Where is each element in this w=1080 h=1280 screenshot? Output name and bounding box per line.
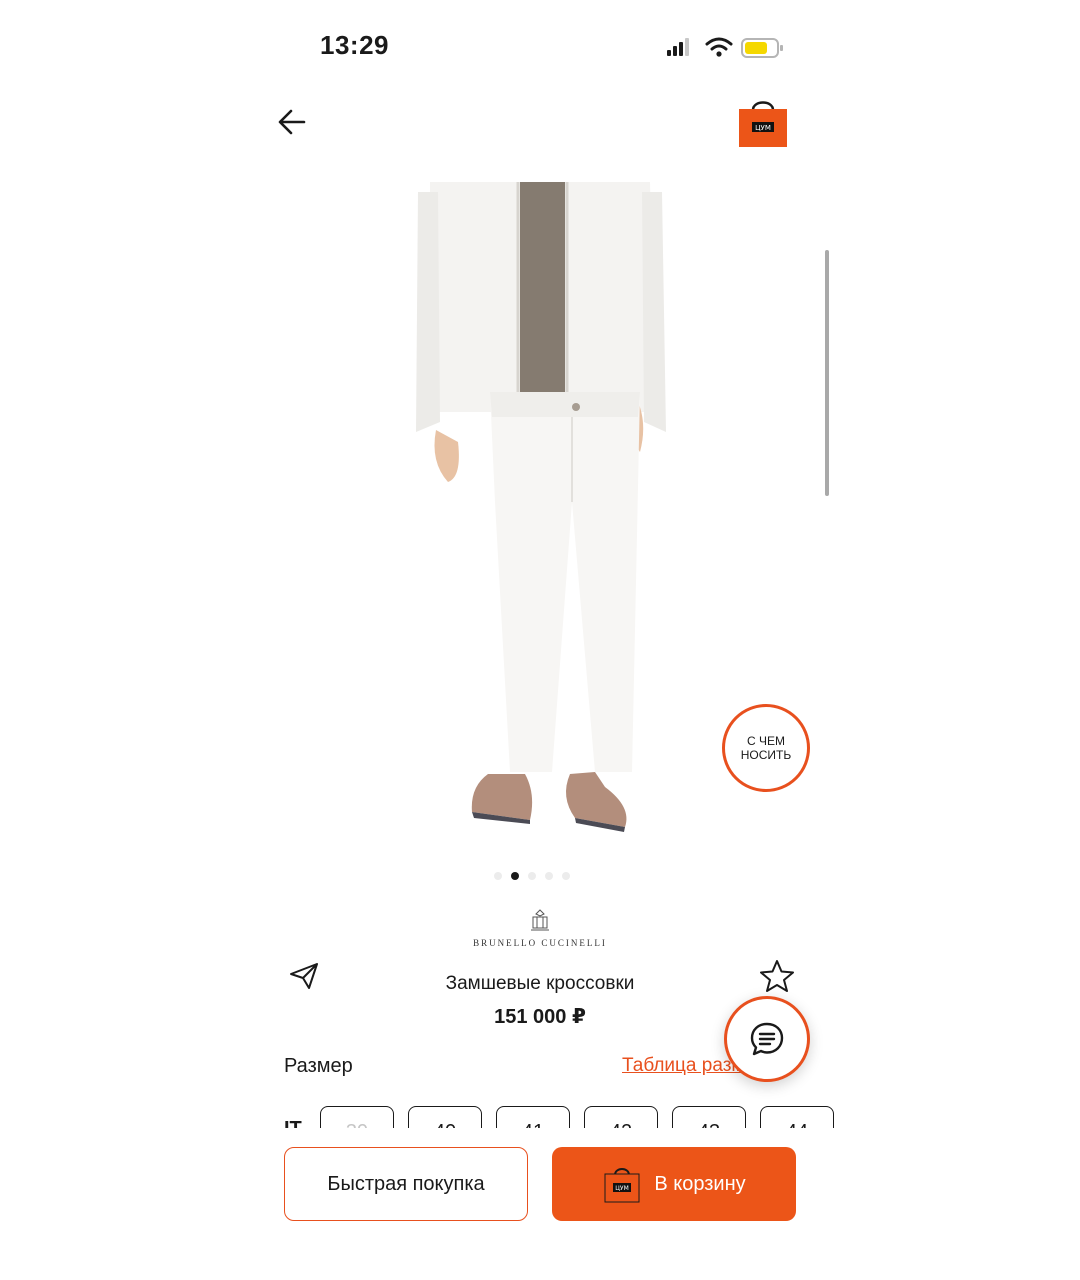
add-cart-logo-text: ЦУМ [616,1185,630,1192]
scrollbar[interactable] [825,250,829,496]
star-icon [760,960,794,992]
chat-button[interactable] [724,996,810,1082]
size-option[interactable]: 40 [408,1106,482,1128]
brand[interactable]: BRUNELLO CUCINELLI [440,908,640,948]
gallery-dot[interactable] [562,872,570,880]
shopping-bag-icon: ЦУМ [739,101,787,147]
add-to-cart-button[interactable]: ЦУМ В корзину [552,1147,796,1221]
size-option[interactable]: 44 [760,1106,834,1128]
size-option-disabled[interactable]: 39 [320,1106,394,1128]
gallery-dot[interactable] [528,872,536,880]
product-image[interactable] [400,182,680,842]
size-label: Размер [284,1055,353,1077]
gallery-pagination [494,872,570,880]
product-name: Замшевые кроссовки [445,973,635,994]
add-to-cart-label: В корзину [654,1172,746,1195]
send-icon [290,963,318,989]
quick-buy-label: Быстрая покупка [327,1172,485,1195]
size-option[interactable]: 42 [584,1106,658,1128]
size-option[interactable]: 43 [672,1106,746,1128]
back-button[interactable] [270,100,314,144]
status-icons [667,37,783,58]
wear-with-button[interactable]: С ЧЕМ НОСИТЬ [722,704,810,792]
product-price: 151 000 ₽ [494,1006,586,1028]
share-button[interactable] [285,956,325,996]
favorite-button[interactable] [758,958,796,994]
arrow-left-icon [278,109,306,135]
size-option[interactable]: 41 [496,1106,570,1128]
brand-name: BRUNELLO CUCINELLI [473,938,607,948]
signal-icon [667,38,689,56]
gallery-dot[interactable] [494,872,502,880]
cart-logo-text: ЦУМ [755,124,771,132]
size-system-label: IT [284,1118,302,1128]
chat-icon [750,1022,784,1056]
wifi-icon [705,37,733,57]
gallery-dot[interactable] [545,872,553,880]
brand-logo-icon [531,909,549,931]
quick-buy-button[interactable]: Быстрая покупка [284,1147,528,1221]
wear-with-label: С ЧЕМ НОСИТЬ [740,734,792,762]
shopping-bag-icon: ЦУМ [604,1168,640,1203]
cart-button[interactable]: ЦУМ [736,94,790,150]
gallery-dot-active[interactable] [511,872,519,880]
battery-icon [741,38,783,58]
size-selector: IT 39 40 41 42 43 44 [284,1104,834,1128]
status-time: 13:29 [320,30,389,60]
